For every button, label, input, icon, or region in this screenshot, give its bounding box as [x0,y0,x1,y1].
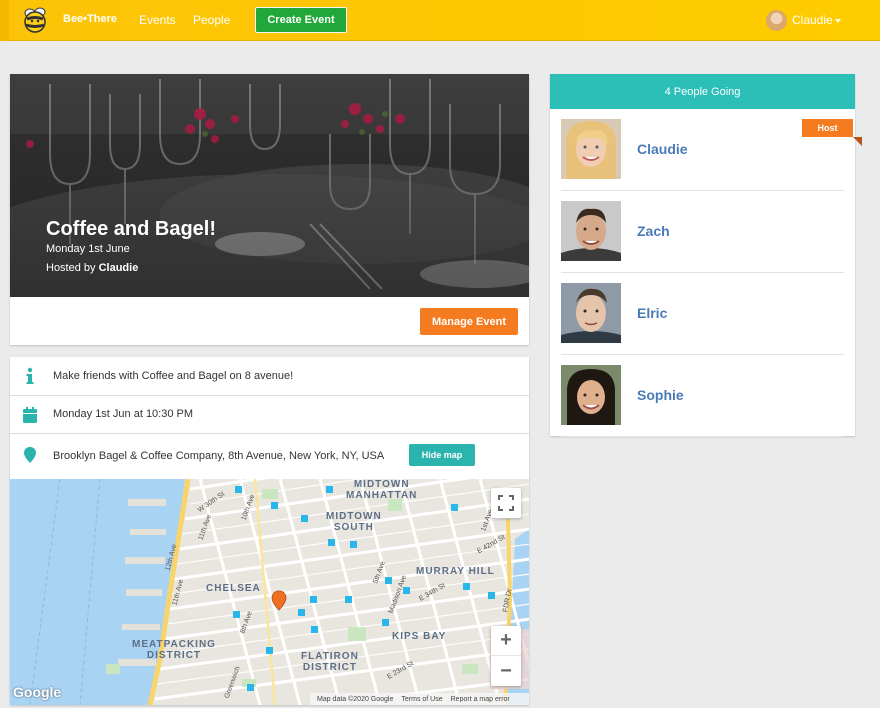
attendee-name[interactable]: Claudie [637,141,688,157]
nav-people[interactable]: People [193,13,230,27]
hide-map-button[interactable]: Hide map [409,444,475,466]
avatar[interactable] [561,365,621,425]
attendees-card: 4 People Going Claudie Zach Elric Sophie… [550,74,862,437]
google-logo[interactable]: Google [13,684,61,700]
event-title: Coffee and Bagel! [46,218,217,240]
avatar-sophie [561,365,621,425]
event-location: Brooklyn Bagel & Coffee Company, 8th Ave… [53,450,385,462]
bee-logo-icon[interactable] [21,6,49,34]
attendees-header: 4 People Going [550,74,855,109]
map-label-chelsea: CHELSEA [206,583,261,594]
map-fullscreen-button[interactable] [491,488,521,518]
create-event-button[interactable]: Create Event [255,7,347,33]
event-date: Monday 1st June [46,243,130,255]
calendar-icon [23,407,37,423]
attendee-item[interactable]: Zach [561,191,844,273]
user-avatar[interactable] [766,10,787,31]
user-menu-name[interactable]: Claudie [792,13,833,27]
info-icon [26,367,34,384]
zoom-in-button[interactable]: + [491,626,521,656]
attendee-name[interactable]: Sophie [637,387,684,403]
avatar-claudie [561,119,621,179]
avatar[interactable] [561,201,621,261]
event-details-card: Make friends with Coffee and Bagel on 8 … [10,357,529,705]
report-map-error-link[interactable]: Report a map error [451,696,510,703]
manage-event-button[interactable]: Manage Event [420,308,518,335]
event-host: Hosted by Claudie [46,262,138,274]
map-label-flatiron: FLATIRON DISTRICT [301,651,359,673]
map-canvas[interactable] [10,479,529,705]
map-label-midtown-manhattan: MIDTOWN MANHATTAN [346,479,418,501]
map-label-murray-hill: MURRAY HILL [416,566,495,577]
host-name: Claudie [98,262,139,274]
map-data-credit: Map data ©2020 Google [317,695,394,703]
nav-edge [0,0,9,41]
map-label-meatpacking: MEATPACKING DISTRICT [132,639,216,661]
attendee-item[interactable]: Sophie [561,355,844,437]
fullscreen-icon [498,495,514,511]
map-label-midtown-south: MIDTOWN SOUTH [326,511,382,533]
avatar[interactable] [561,283,621,343]
event-card: Coffee and Bagel! Monday 1st June Hosted… [10,74,529,345]
event-datetime: Monday 1st Jun at 10:30 PM [53,408,194,420]
terms-of-use-link[interactable]: Terms of Use [401,696,442,703]
map-pin-icon [24,447,36,463]
chevron-down-icon[interactable] [835,19,841,23]
description-row: Make friends with Coffee and Bagel on 8 … [10,357,529,396]
avatar-zach [561,201,621,261]
nav-events[interactable]: Events [139,13,176,27]
datetime-row: Monday 1st Jun at 10:30 PM [10,396,529,434]
attendee-item[interactable]: Elric [561,273,844,355]
avatar[interactable] [561,119,621,179]
zoom-out-button[interactable]: − [491,656,521,686]
attendee-name[interactable]: Zach [637,223,670,239]
host-badge-fold [853,137,862,146]
event-description: Make friends with Coffee and Bagel on 8 … [53,370,294,382]
attendee-name[interactable]: Elric [637,305,667,321]
location-row: Brooklyn Bagel & Coffee Company, 8th Ave… [10,434,529,479]
avatar-elric [561,283,621,343]
hosted-by-label: Hosted by [46,262,99,274]
map-zoom-control: + − [491,626,521,686]
event-hero-image: Coffee and Bagel! Monday 1st June Hosted… [10,74,529,297]
host-badge: Host [802,119,853,137]
top-navbar: Bee•There Events People Create Event Cla… [0,0,880,41]
brand-name[interactable]: Bee•There [63,13,117,25]
map-attribution: Map data ©2020 Google Terms of Use Repor… [310,693,529,705]
map-label-kips-bay: KIPS BAY [392,631,447,642]
location-map[interactable]: MIDTOWN MANHATTAN MIDTOWN SOUTH MURRAY H… [10,479,529,705]
